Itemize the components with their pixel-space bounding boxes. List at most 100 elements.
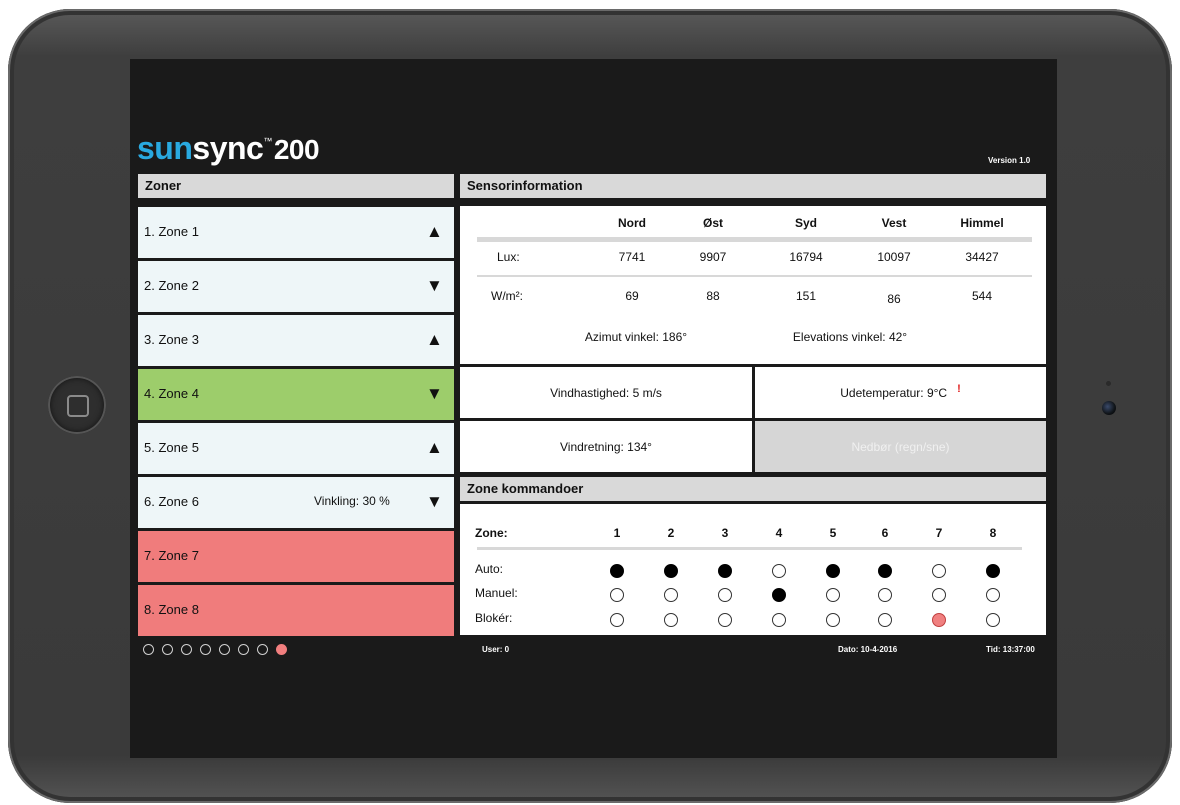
command-radio[interactable]: [664, 564, 678, 578]
arrow-up-icon[interactable]: ▲: [426, 331, 443, 348]
command-radio[interactable]: [664, 588, 678, 602]
wind-direction: Vindretning: 134°: [560, 439, 652, 454]
footer-time: Tid: 13:37:00: [986, 645, 1035, 654]
command-radio[interactable]: [610, 588, 624, 602]
sensor-row-label: W/m²:: [491, 289, 523, 303]
command-radio[interactable]: [718, 588, 732, 602]
command-radio[interactable]: [986, 613, 1000, 627]
command-radio[interactable]: [610, 564, 624, 578]
home-button[interactable]: [48, 376, 106, 434]
sensor-value: 88: [706, 289, 720, 303]
command-zone-number: 3: [721, 526, 729, 540]
command-zone-number: 2: [667, 526, 675, 540]
zone-row[interactable]: 1. Zone 1 ▲: [138, 207, 454, 258]
arrow-down-icon[interactable]: ▼: [426, 277, 443, 294]
elevation-angle: Elevations vinkel: 42°: [792, 330, 908, 344]
command-radio[interactable]: [932, 588, 946, 602]
command-radio[interactable]: [826, 588, 840, 602]
temperature: Udetemperatur: 9°C: [840, 385, 948, 400]
command-zone-number: 1: [613, 526, 621, 540]
arrow-down-icon[interactable]: ▼: [426, 493, 443, 510]
zone-label: 6. Zone 6: [144, 494, 199, 509]
zone-tilt-label: Vinkling: 30 %: [314, 494, 390, 508]
command-radio[interactable]: [664, 613, 678, 627]
precipitation-cell: Nedbør (regn/sne): [755, 421, 1046, 472]
temperature-alert-icon: !: [957, 382, 961, 395]
zones-header: Zoner: [138, 174, 454, 198]
command-zone-number: 7: [935, 526, 943, 540]
wind-speed: Vindhastighed: 5 m/s: [550, 385, 662, 400]
page-dot[interactable]: [276, 644, 287, 655]
zone-label: 4. Zone 4: [144, 386, 199, 401]
command-row-label: Blokér:: [475, 611, 513, 625]
command-zone-number: 4: [775, 526, 783, 540]
command-radio[interactable]: [772, 564, 786, 578]
command-radio[interactable]: [610, 613, 624, 627]
command-radio[interactable]: [718, 564, 732, 578]
zone-row[interactable]: 8. Zone 8: [138, 585, 454, 636]
command-row-label: Auto:: [475, 562, 504, 576]
page-dot[interactable]: [257, 644, 268, 655]
sensor-column-header: Nord: [618, 216, 646, 230]
command-radio[interactable]: [986, 564, 1000, 578]
arrow-up-icon[interactable]: ▲: [426, 439, 443, 456]
zone-row[interactable]: 7. Zone 7: [138, 531, 454, 582]
page-dot[interactable]: [143, 644, 154, 655]
zone-label: 7. Zone 7: [144, 548, 199, 563]
command-radio[interactable]: [826, 613, 840, 627]
proximity-sensor: [1106, 381, 1111, 386]
zone-row[interactable]: 2. Zone 2 ▼: [138, 261, 454, 312]
zone-row[interactable]: 3. Zone 3 ▲: [138, 315, 454, 366]
zone-row[interactable]: 4. Zone 4 ▼: [138, 369, 454, 420]
sensor-row-label: Lux:: [497, 250, 520, 264]
sensor-column-header: Himmel: [960, 216, 1004, 230]
command-radio[interactable]: [986, 588, 1000, 602]
page-dot[interactable]: [181, 644, 192, 655]
zone-label: 5. Zone 5: [144, 440, 199, 455]
command-zone-number: 5: [829, 526, 837, 540]
sensor-panel: [460, 206, 1046, 364]
camera-lens: [1102, 401, 1116, 415]
sensor-value: 69: [625, 289, 639, 303]
sensor-header: Sensorinformation: [460, 174, 1046, 198]
command-row-label: Manuel:: [475, 586, 518, 600]
zone-row[interactable]: 6. Zone 6 Vinkling: 30 % ▼: [138, 477, 454, 528]
page-dot[interactable]: [162, 644, 173, 655]
command-radio[interactable]: [826, 564, 840, 578]
command-radio[interactable]: [878, 613, 892, 627]
arrow-down-icon[interactable]: ▼: [426, 385, 443, 402]
precipitation: Nedbør (regn/sne): [851, 439, 950, 454]
page-dot[interactable]: [200, 644, 211, 655]
command-zone-number: 8: [989, 526, 997, 540]
command-radio[interactable]: [718, 613, 732, 627]
page-dot[interactable]: [238, 644, 249, 655]
command-radio[interactable]: [772, 613, 786, 627]
commands-header: Zone kommandoer: [460, 477, 1046, 501]
version-label: Version 1.0: [988, 156, 1031, 165]
sensor-value: 34427: [965, 250, 999, 264]
azimut-angle: Azimut vinkel: 186°: [584, 330, 688, 344]
sensor-value: 9907: [699, 250, 727, 264]
sunsync-logo: sunsync™200: [137, 130, 320, 166]
temperature-cell: Udetemperatur: 9°C!: [755, 367, 1046, 418]
arrow-up-icon[interactable]: ▲: [426, 223, 443, 240]
command-radio[interactable]: [878, 564, 892, 578]
command-radio[interactable]: [878, 588, 892, 602]
sensor-row-divider: [477, 275, 1032, 277]
zone-row[interactable]: 5. Zone 5 ▲: [138, 423, 454, 474]
sensor-value: 86: [887, 292, 901, 306]
page-dot[interactable]: [219, 644, 230, 655]
command-radio[interactable]: [772, 588, 786, 602]
sensor-column-header: Vest: [881, 216, 907, 230]
command-zone-number: 6: [881, 526, 889, 540]
footer-user: User: 0: [482, 645, 510, 654]
command-radio[interactable]: [932, 564, 946, 578]
sensor-value: 151: [795, 289, 817, 303]
sensor-header-divider: [477, 237, 1032, 242]
sensor-value: 7741: [618, 250, 646, 264]
sensor-column-header: Syd: [794, 216, 818, 230]
zone-label: 3. Zone 3: [144, 332, 199, 347]
wind-direction-cell: Vindretning: 134°: [460, 421, 752, 472]
zone-label: 2. Zone 2: [144, 278, 199, 293]
command-radio[interactable]: [932, 613, 946, 627]
